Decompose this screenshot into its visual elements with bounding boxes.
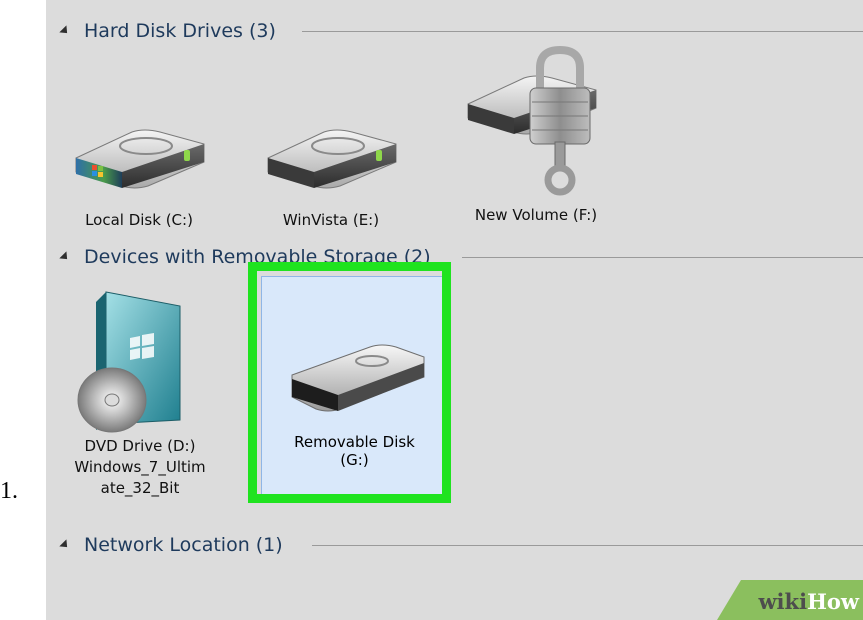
collapse-triangle-icon bbox=[59, 25, 71, 37]
group-devices-removable-storage[interactable]: Devices with Removable Storage (2) bbox=[46, 242, 863, 272]
hard-drive-icon bbox=[267, 129, 397, 189]
removable-disk-icon bbox=[291, 344, 425, 412]
drive-label-line: Windows_7_Ultim bbox=[74, 458, 206, 476]
wikihow-watermark: wikiHow bbox=[713, 578, 863, 620]
explorer-drives-panel: Hard Disk Drives (3) Local Disk (C:) Win… bbox=[46, 0, 863, 620]
group-divider bbox=[312, 544, 863, 546]
group-divider bbox=[302, 30, 863, 32]
group-hard-disk-drives[interactable]: Hard Disk Drives (3) bbox=[46, 16, 863, 46]
step-number: 1. bbox=[0, 478, 18, 504]
drive-label: New Volume (F:) bbox=[474, 206, 598, 224]
hard-drive-windows-icon bbox=[75, 129, 205, 189]
drive-label-line: Removable Disk bbox=[294, 433, 415, 451]
group-network-location[interactable]: Network Location (1) bbox=[46, 530, 863, 560]
drive-dvd-d[interactable]: DVD Drive (D:) Windows_7_Ultim ate_32_Bi… bbox=[68, 284, 212, 499]
drive-winvista-e[interactable]: WinVista (E:) bbox=[256, 110, 406, 231]
watermark-how: How bbox=[807, 589, 859, 614]
drive-label: WinVista (E:) bbox=[282, 211, 380, 229]
dvd-drive-icon bbox=[77, 291, 181, 433]
collapse-triangle-icon bbox=[59, 251, 71, 263]
collapse-triangle-icon bbox=[59, 539, 71, 551]
drive-local-disk-c[interactable]: Local Disk (C:) bbox=[64, 110, 214, 231]
drive-label-line: DVD Drive (D:) bbox=[84, 437, 196, 455]
group-title: Hard Disk Drives (3) bbox=[84, 20, 276, 42]
drive-label: Local Disk (C:) bbox=[85, 211, 193, 229]
group-title: Network Location (1) bbox=[84, 534, 283, 556]
locked-drive-icon bbox=[467, 46, 597, 196]
watermark-wiki: wiki bbox=[758, 589, 808, 614]
drive-removable-disk-g[interactable]: Removable Disk (G:) bbox=[261, 276, 448, 496]
group-divider bbox=[462, 256, 863, 258]
drive-label-line: ate_32_Bit bbox=[100, 479, 180, 497]
group-title: Devices with Removable Storage (2) bbox=[84, 246, 431, 268]
drive-label-line: (G:) bbox=[340, 451, 369, 469]
drive-new-volume-f[interactable]: New Volume (F:) bbox=[456, 46, 616, 226]
